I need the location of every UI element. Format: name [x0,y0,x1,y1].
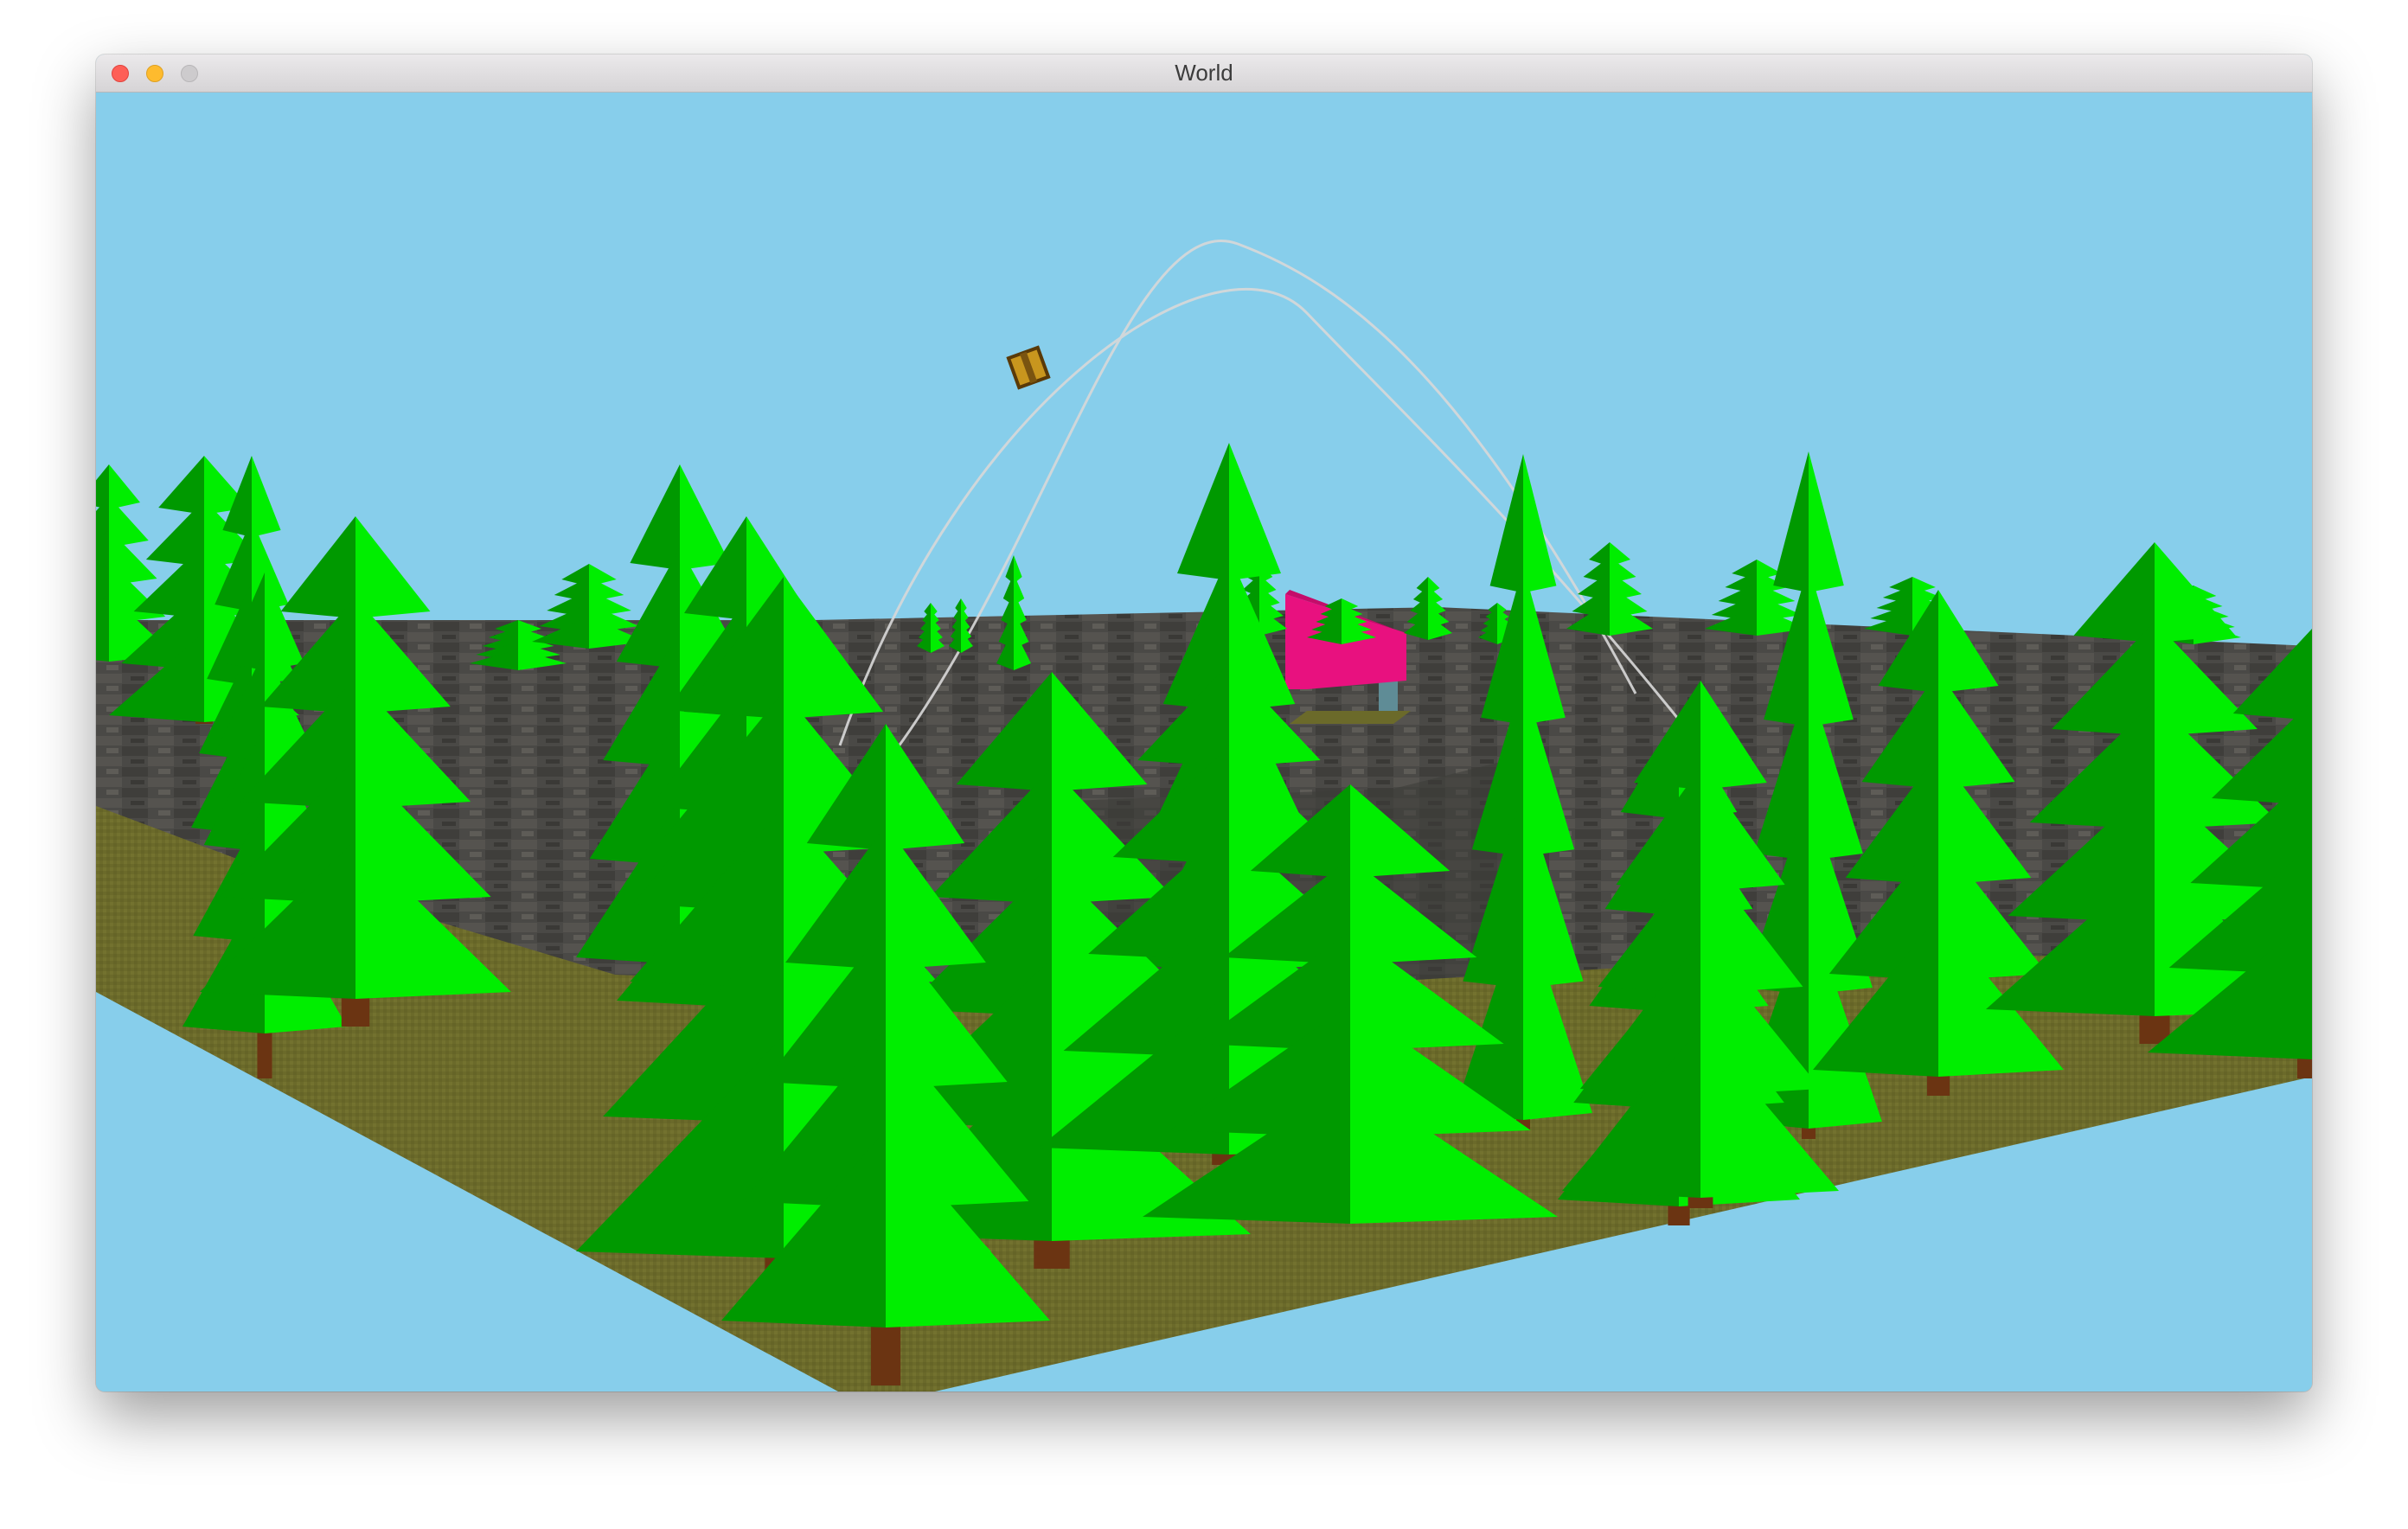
title-bar[interactable]: World [96,54,2312,93]
window-title: World [1175,60,1233,86]
3d-viewport[interactable] [96,93,2312,1391]
scene-canvas[interactable] [96,93,2312,1391]
app-window: World [96,54,2312,1391]
